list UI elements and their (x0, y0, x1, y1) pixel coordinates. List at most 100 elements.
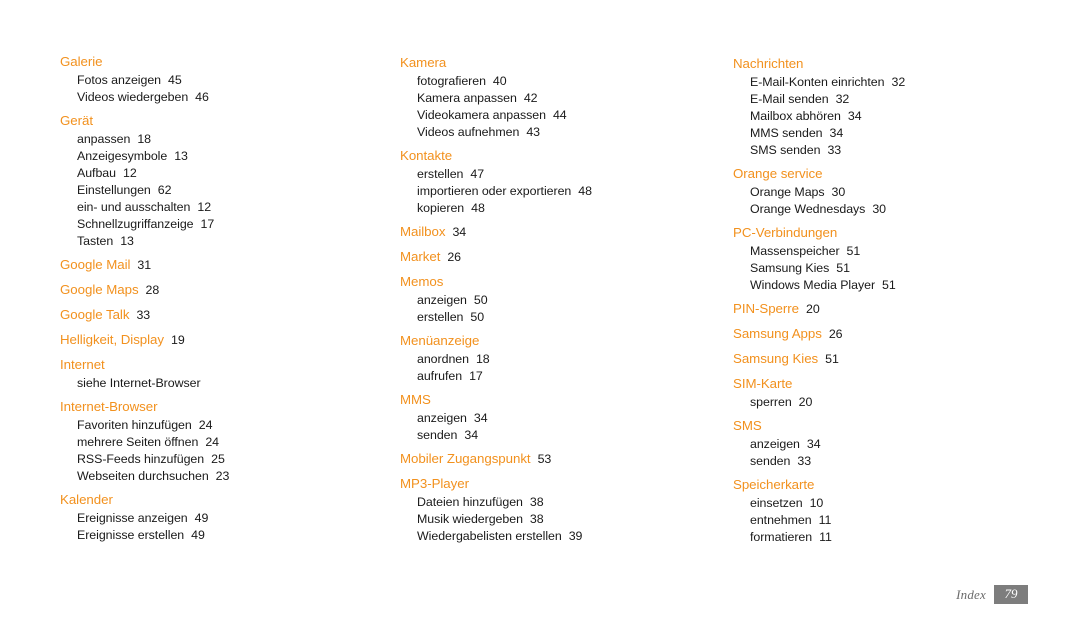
index-entry[interactable]: Samsung Kies 51 (733, 260, 1063, 277)
index-entry[interactable]: Ereignisse anzeigen 49 (60, 510, 380, 527)
index-entry[interactable]: Einstellungen 62 (60, 182, 380, 199)
index-heading[interactable]: PIN-Sperre 20 (733, 299, 1063, 319)
index-entry[interactable]: aufrufen 17 (400, 368, 720, 385)
index-entry[interactable]: Videokamera anpassen 44 (400, 107, 720, 124)
index-heading-label: MP3-Player (400, 476, 469, 491)
index-heading[interactable]: Internet-Browser (60, 397, 380, 417)
index-entry[interactable]: Ereignisse erstellen 49 (60, 527, 380, 544)
page-footer: Index 79 (956, 585, 1028, 604)
index-entry-list: sperren 20 (733, 394, 1063, 411)
index-entry[interactable]: Favoriten hinzufügen 24 (60, 417, 380, 434)
index-group: Galerie Fotos anzeigen 45 Videos wiedergebe… (60, 52, 380, 106)
index-column-3: Nachrichten E-Mail-Konten einrichten 32 E-M… (733, 0, 1063, 551)
index-heading[interactable]: MP3-Player (400, 474, 720, 494)
index-entry[interactable]: importieren oder exportieren 48 (400, 183, 720, 200)
index-entry-list: fotografieren 40 Kamera anpassen 42 Videokam… (400, 73, 720, 141)
index-entry[interactable]: Videos wiedergeben 46 (60, 89, 380, 106)
index-entry[interactable]: Fotos anzeigen 45 (60, 72, 380, 89)
index-entry[interactable]: Videos aufnehmen 43 (400, 124, 720, 141)
index-heading[interactable]: Samsung Apps 26 (733, 324, 1063, 344)
index-heading[interactable]: Samsung Kies 51 (733, 349, 1063, 369)
index-entry[interactable]: erstellen 50 (400, 309, 720, 326)
index-entry[interactable]: senden 34 (400, 427, 720, 444)
index-heading[interactable]: Menüanzeige (400, 331, 720, 351)
index-heading[interactable]: Internet (60, 355, 380, 375)
index-heading[interactable]: SMS (733, 416, 1063, 436)
index-heading[interactable]: MMS (400, 390, 720, 410)
index-entry[interactable]: Orange Wednesdays 30 (733, 201, 1063, 218)
index-entry[interactable]: Massenspeicher 51 (733, 243, 1063, 260)
index-heading-page-number: 33 (136, 308, 151, 322)
index-entry-list: erstellen 47 importieren oder exportieren 4… (400, 166, 720, 217)
index-heading[interactable]: Nachrichten (733, 54, 1063, 74)
index-entry[interactable]: einsetzen 10 (733, 495, 1063, 512)
index-entry[interactable]: Musik wiedergeben 38 (400, 511, 720, 528)
index-entry-page-number: 50 (473, 293, 488, 307)
index-heading[interactable]: Mobiler Zugangspunkt 53 (400, 449, 720, 469)
index-heading[interactable]: Google Mail 31 (60, 255, 380, 275)
index-heading[interactable]: Speicherkarte (733, 475, 1063, 495)
index-entry[interactable]: Aufbau 12 (60, 165, 380, 182)
index-entry[interactable]: siehe Internet-Browser (60, 375, 380, 392)
index-heading[interactable]: Kontakte (400, 146, 720, 166)
index-entry[interactable]: MMS senden 34 (733, 125, 1063, 142)
index-entry-list: Fotos anzeigen 45 Videos wiedergeben 46 (60, 72, 380, 106)
index-entry[interactable]: anpassen 18 (60, 131, 380, 148)
index-entry[interactable]: kopieren 48 (400, 200, 720, 217)
index-heading[interactable]: Memos (400, 272, 720, 292)
index-entry[interactable]: Anzeigesymbole 13 (60, 148, 380, 165)
index-heading[interactable]: Galerie (60, 52, 380, 72)
index-entry-page-number: 17 (469, 369, 483, 383)
index-heading[interactable]: Google Maps 28 (60, 280, 380, 300)
index-entry-label: Webseiten durchsuchen (77, 469, 209, 483)
index-entry[interactable]: Orange Maps 30 (733, 184, 1063, 201)
index-entry[interactable]: anzeigen 34 (400, 410, 720, 427)
index-heading[interactable]: Kamera (400, 53, 720, 73)
index-heading[interactable]: Mailbox 34 (400, 222, 720, 242)
index-entry-label: kopieren (417, 201, 465, 215)
index-entry[interactable]: anzeigen 34 (733, 436, 1063, 453)
index-entry-label: senden (417, 428, 458, 442)
index-entry[interactable]: SMS senden 33 (733, 142, 1063, 159)
index-entry[interactable]: anordnen 18 (400, 351, 720, 368)
index-entry[interactable]: mehrere Seiten öffnen 24 (60, 434, 380, 451)
index-entry[interactable]: formatieren 11 (733, 529, 1063, 546)
index-entry[interactable]: Kamera anpassen 42 (400, 90, 720, 107)
index-entry[interactable]: sperren 20 (733, 394, 1063, 411)
index-entry[interactable]: Wiedergabelisten erstellen 39 (400, 528, 720, 545)
index-entry[interactable]: entnehmen 11 (733, 512, 1063, 529)
index-heading[interactable]: PC-Verbindungen (733, 223, 1063, 243)
index-entry-label: anzeigen (750, 437, 800, 451)
index-entry[interactable]: E-Mail-Konten einrichten 32 (733, 74, 1063, 91)
index-entry-page-number: 12 (197, 200, 212, 214)
footer-label: Index (956, 586, 986, 602)
index-entry[interactable]: E-Mail senden 32 (733, 91, 1063, 108)
index-entry[interactable]: erstellen 47 (400, 166, 720, 183)
index-heading[interactable]: Helligkeit, Display 19 (60, 330, 380, 350)
index-heading[interactable]: Gerät (60, 111, 380, 131)
index-entry[interactable]: ein- und ausschalten 12 (60, 199, 380, 216)
index-entry[interactable]: Windows Media Player 51 (733, 277, 1063, 294)
index-entry[interactable]: Mailbox abhören 34 (733, 108, 1063, 125)
index-entry[interactable]: Schnellzugriffanzeige 17 (60, 216, 380, 233)
index-entry-page-number: 34 (806, 437, 821, 451)
index-heading-label: Memos (400, 274, 444, 289)
index-heading-label: Internet-Browser (60, 399, 158, 414)
index-entry[interactable]: anzeigen 50 (400, 292, 720, 309)
index-heading-label: Kamera (400, 55, 447, 70)
index-heading[interactable]: Kalender (60, 490, 380, 510)
index-entry[interactable]: RSS-Feeds hinzufügen 25 (60, 451, 380, 468)
index-heading[interactable]: Google Talk 33 (60, 305, 380, 325)
index-heading-label: Kalender (60, 492, 113, 507)
index-heading-label: Speicherkarte (733, 477, 815, 492)
index-entry[interactable]: Dateien hinzufügen 38 (400, 494, 720, 511)
index-entry[interactable]: Webseiten durchsuchen 23 (60, 468, 380, 485)
index-entry[interactable]: senden 33 (733, 453, 1063, 470)
index-heading[interactable]: Orange service (733, 164, 1063, 184)
index-entry-label: fotografieren (417, 74, 486, 88)
index-heading[interactable]: Market 26 (400, 247, 720, 267)
index-entry[interactable]: Tasten 13 (60, 233, 380, 250)
index-entry[interactable]: fotografieren 40 (400, 73, 720, 90)
index-entry-label: Samsung Kies (750, 261, 830, 275)
index-heading[interactable]: SIM-Karte (733, 374, 1063, 394)
